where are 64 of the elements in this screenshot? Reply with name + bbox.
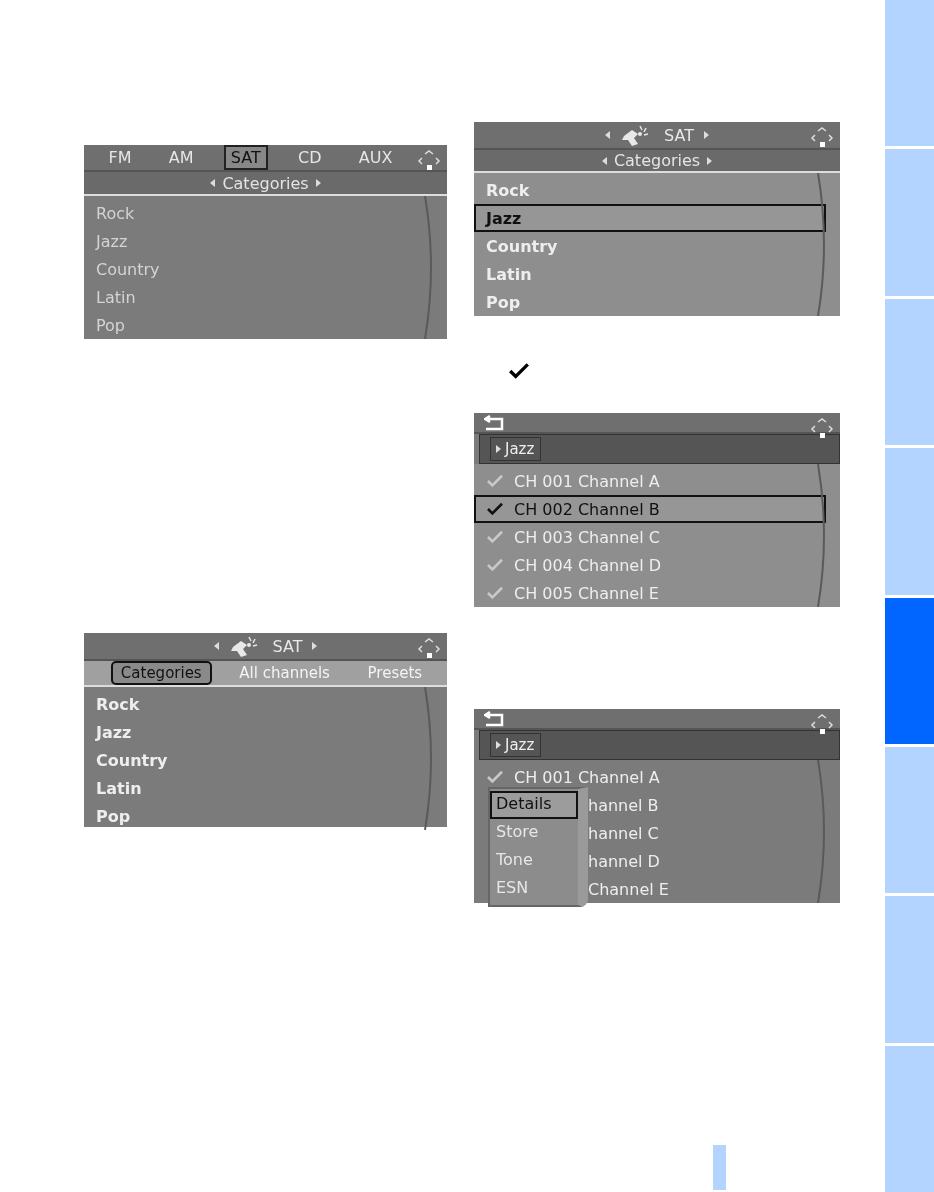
left-arrow-icon[interactable] xyxy=(210,179,216,187)
menu-item[interactable]: Store xyxy=(490,819,578,847)
list-item[interactable]: Pop xyxy=(84,802,433,830)
controller-icon xyxy=(810,417,834,441)
list-item[interactable]: Rock xyxy=(84,690,433,718)
list-item[interactable]: Country xyxy=(84,255,433,283)
check-icon xyxy=(486,558,504,572)
list-item[interactable]: Pop xyxy=(474,288,826,316)
list-item[interactable]: CH 003 Channel C xyxy=(474,523,826,551)
list-item[interactable]: Latin xyxy=(84,283,433,311)
back-icon[interactable] xyxy=(484,710,504,727)
list-item[interactable]: CH 002 Channel B xyxy=(474,495,826,523)
check-icon xyxy=(486,770,504,784)
check-icon xyxy=(508,362,530,380)
check-icon xyxy=(486,530,504,544)
controller-icon xyxy=(417,637,441,661)
right-arrow-icon xyxy=(496,445,501,453)
controller-icon xyxy=(810,126,834,150)
right-arrow-icon xyxy=(496,741,501,749)
controller-icon xyxy=(417,149,441,173)
list-item[interactable]: Jazz xyxy=(474,204,826,232)
list-item[interactable]: CH 005 Channel E xyxy=(474,579,826,607)
menu-title: Categories xyxy=(613,151,701,170)
left-arrow-icon[interactable] xyxy=(213,642,219,650)
list-item[interactable]: CH 001 Channel A xyxy=(474,467,826,495)
source-tab[interactable]: AUX xyxy=(351,145,400,170)
source-tab[interactable]: AM xyxy=(161,145,201,170)
right-arrow-icon[interactable] xyxy=(312,642,318,650)
list-item[interactable]: Country xyxy=(84,746,433,774)
list-item[interactable]: Rock xyxy=(84,199,433,227)
breadcrumb-button[interactable]: Jazz xyxy=(490,733,542,757)
list-item[interactable]: Country xyxy=(474,232,826,260)
list-item[interactable]: Jazz xyxy=(84,227,433,255)
menu-tab[interactable]: Categories xyxy=(110,661,212,685)
breadcrumb-button[interactable]: Jazz xyxy=(490,437,542,461)
list-item[interactable]: CH 001 Channel A xyxy=(474,763,826,791)
source-title: SAT xyxy=(272,636,303,656)
back-icon[interactable] xyxy=(484,414,504,431)
check-icon xyxy=(486,586,504,600)
menu-item[interactable]: Tone xyxy=(490,847,578,875)
check-icon xyxy=(486,474,504,488)
list-item[interactable]: CH 004 Channel D xyxy=(474,551,826,579)
left-arrow-icon[interactable] xyxy=(605,131,611,139)
list-item[interactable]: Latin xyxy=(474,260,826,288)
page-marker xyxy=(713,1145,726,1190)
list-item[interactable]: Rock xyxy=(474,176,826,204)
right-arrow-icon[interactable] xyxy=(703,131,709,139)
controller-icon xyxy=(810,713,834,737)
menu-item[interactable]: ESN xyxy=(490,875,578,903)
source-title: SAT xyxy=(664,125,694,145)
source-tab[interactable]: FM xyxy=(101,145,139,170)
source-tab[interactable]: SAT xyxy=(223,145,268,170)
right-arrow-icon[interactable] xyxy=(315,179,321,187)
menu-title: Categories xyxy=(222,173,309,193)
left-arrow-icon[interactable] xyxy=(601,156,607,165)
menu-tab[interactable]: All channels xyxy=(229,661,340,685)
source-tab[interactable]: CD xyxy=(291,145,329,170)
list-item[interactable]: Latin xyxy=(84,774,433,802)
right-arrow-icon[interactable] xyxy=(707,156,713,165)
menu-tab[interactable]: Presets xyxy=(357,661,433,685)
list-item[interactable]: Pop xyxy=(84,311,433,339)
list-item[interactable]: Jazz xyxy=(84,718,433,746)
menu-item[interactable]: Details xyxy=(490,791,578,819)
check-icon xyxy=(486,502,504,516)
